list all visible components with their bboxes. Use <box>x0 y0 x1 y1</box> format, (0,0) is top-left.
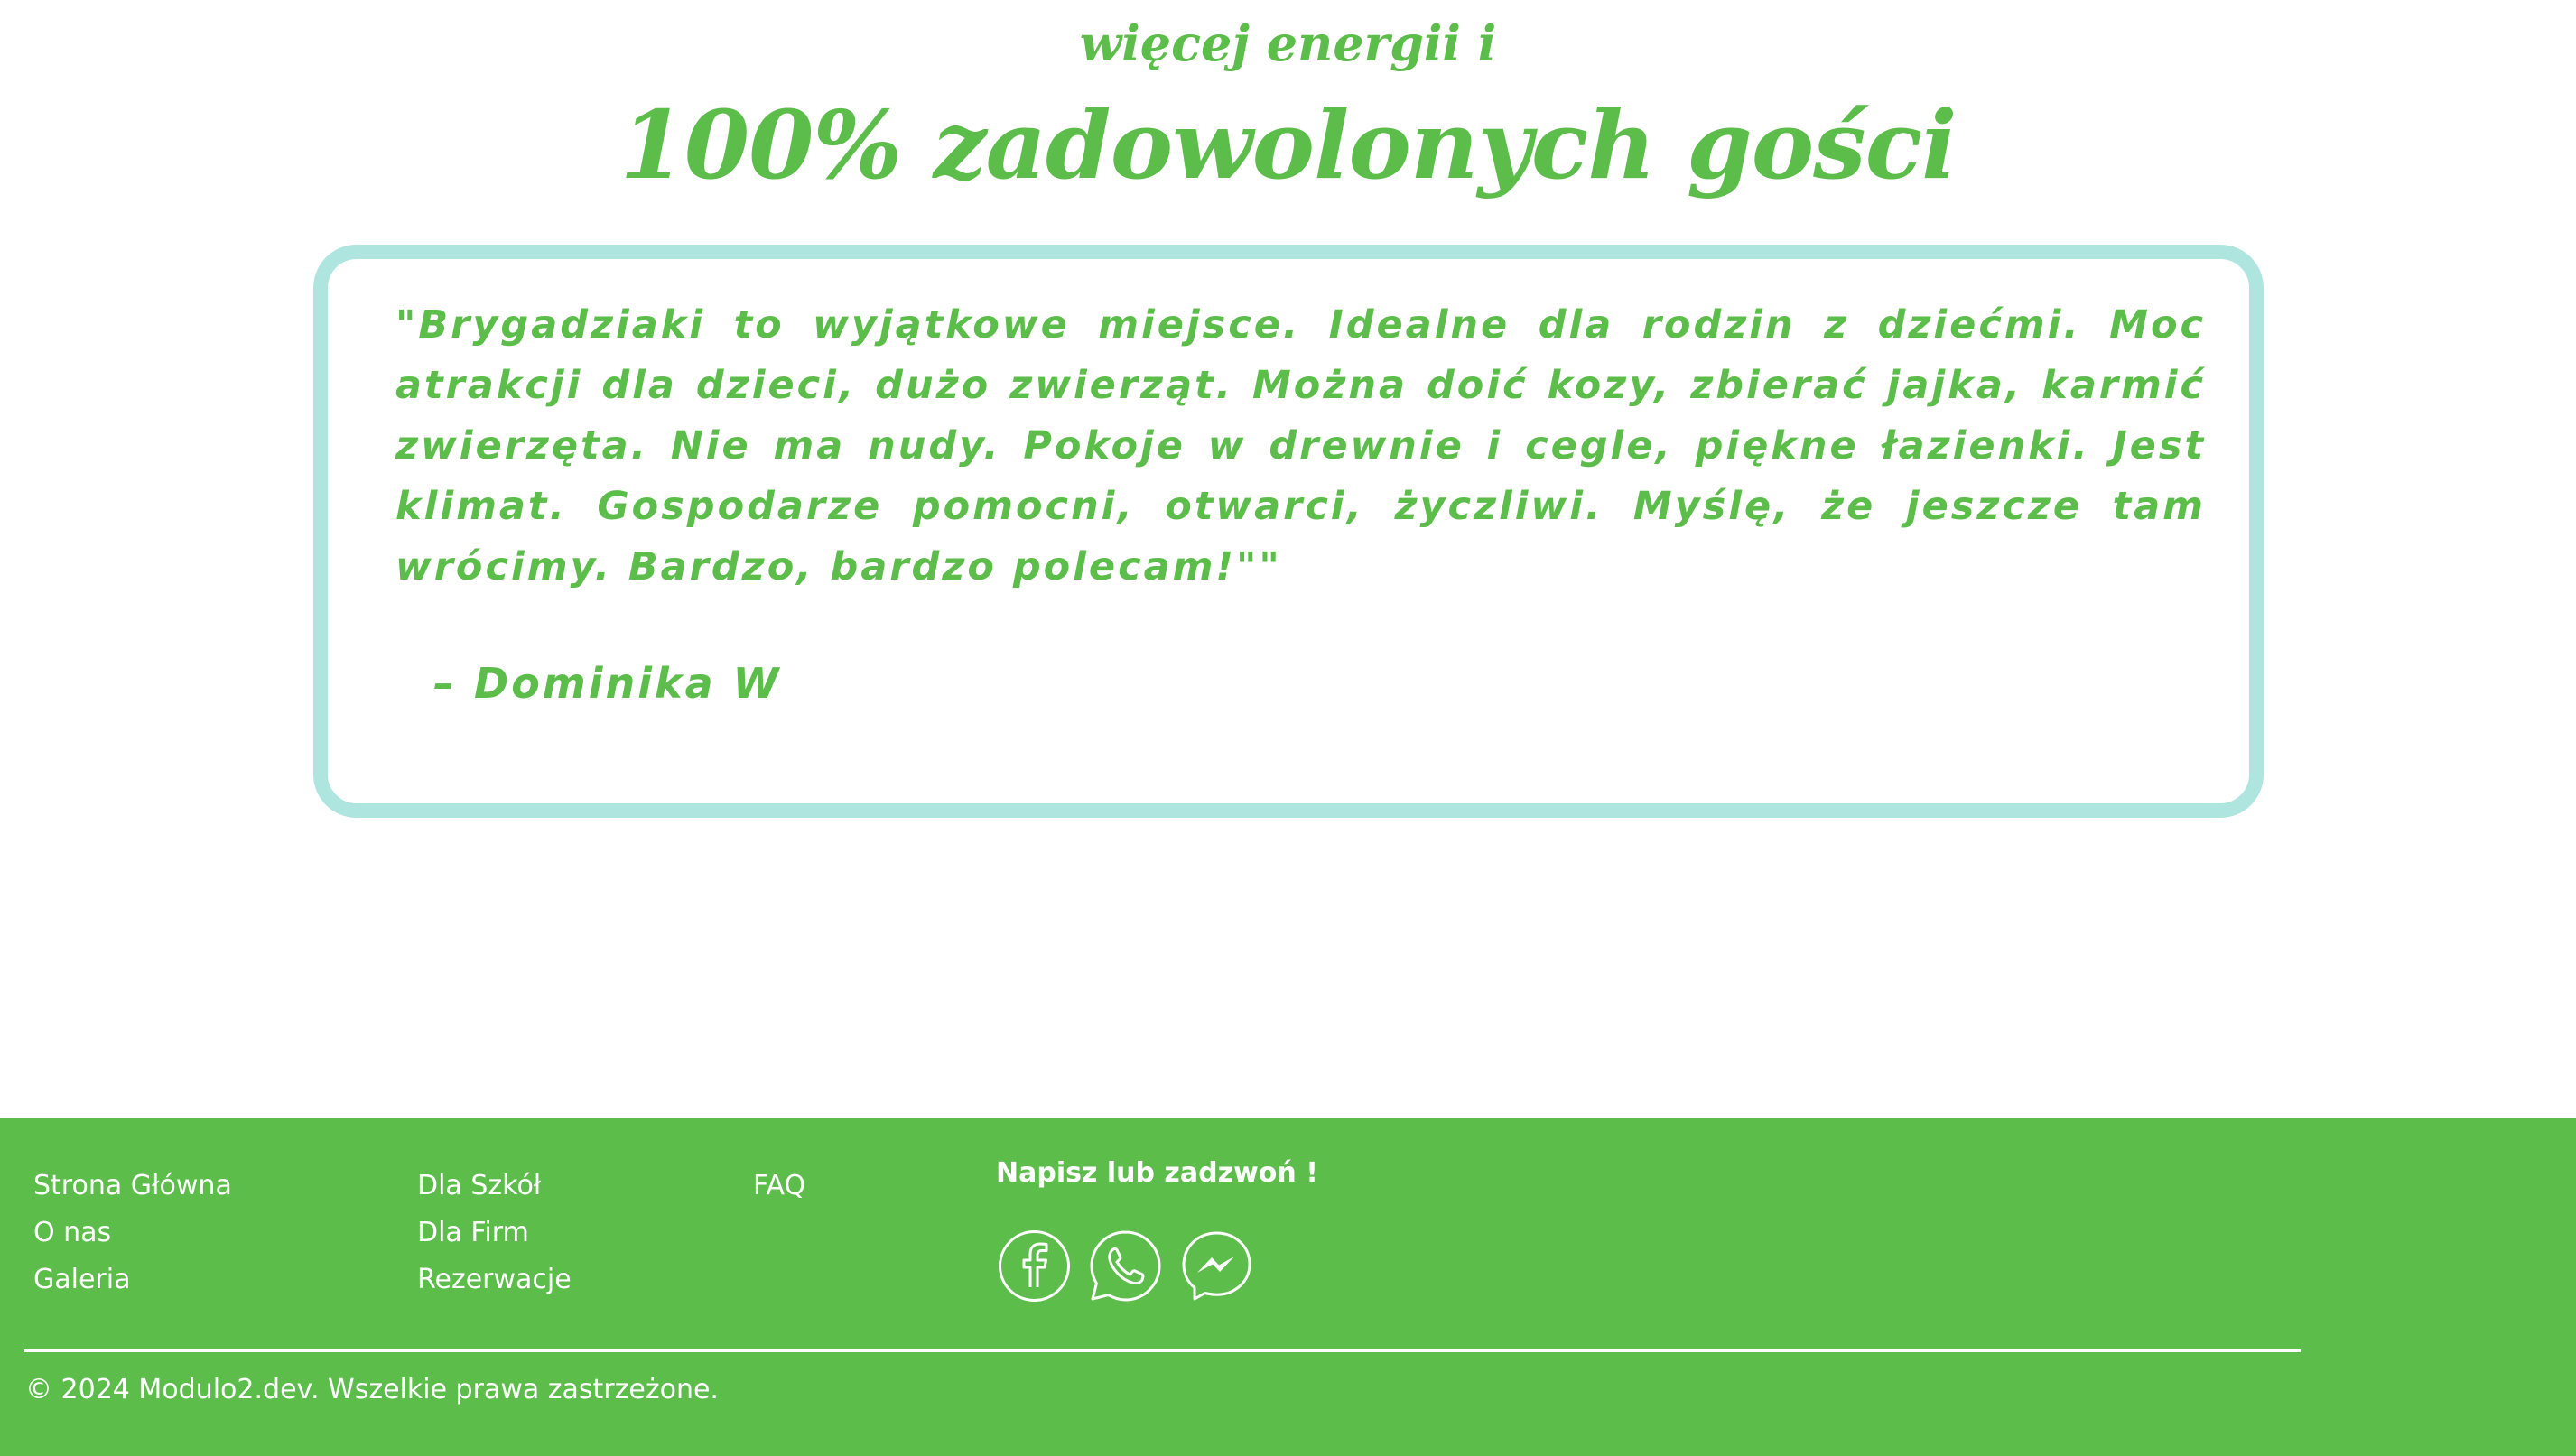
messenger-icon[interactable] <box>1180 1229 1253 1303</box>
footer-link-gallery[interactable]: Galeria <box>33 1257 232 1303</box>
footer-nav-column-1: Strona Główna O nas Galeria <box>33 1163 232 1303</box>
footer-nav-column-3: FAQ <box>753 1163 805 1210</box>
testimonial-card: "Brygadziaki to wyjątkowe miejsce. Ideal… <box>313 245 2264 818</box>
footer-link-schools[interactable]: Dla Szkół <box>417 1163 572 1210</box>
contact-heading: Napisz lub zadzwoń ! <box>996 1157 1318 1189</box>
testimonial-text: "Brygadziaki to wyjątkowe miejsce. Ideal… <box>395 302 2206 589</box>
social-links <box>998 1229 1253 1303</box>
footer-link-companies[interactable]: Dla Firm <box>417 1210 572 1257</box>
testimonial-author: – Dominika W <box>433 659 782 708</box>
footer-link-reservations[interactable]: Rezerwacje <box>417 1257 572 1303</box>
facebook-icon[interactable] <box>998 1229 1071 1303</box>
footer-nav-column-2: Dla Szkół Dla Firm Rezerwacje <box>417 1163 572 1303</box>
hero-title: 100% zadowolonych gości <box>619 89 1957 200</box>
footer-link-about[interactable]: O nas <box>33 1210 232 1257</box>
page: więcej energii i 100% zadowolonych gości… <box>0 0 2576 1456</box>
footer-divider <box>24 1349 2301 1352</box>
whatsapp-icon[interactable] <box>1089 1229 1162 1303</box>
site-footer: Strona Główna O nas Galeria Dla Szkół Dl… <box>0 1118 2576 1456</box>
hero-subtitle: więcej energii i <box>1079 14 1497 72</box>
footer-link-faq[interactable]: FAQ <box>753 1163 805 1210</box>
footer-link-home[interactable]: Strona Główna <box>33 1163 232 1210</box>
copyright-text: © 2024 Modulo2.dev. Wszelkie prawa zastr… <box>25 1374 719 1405</box>
